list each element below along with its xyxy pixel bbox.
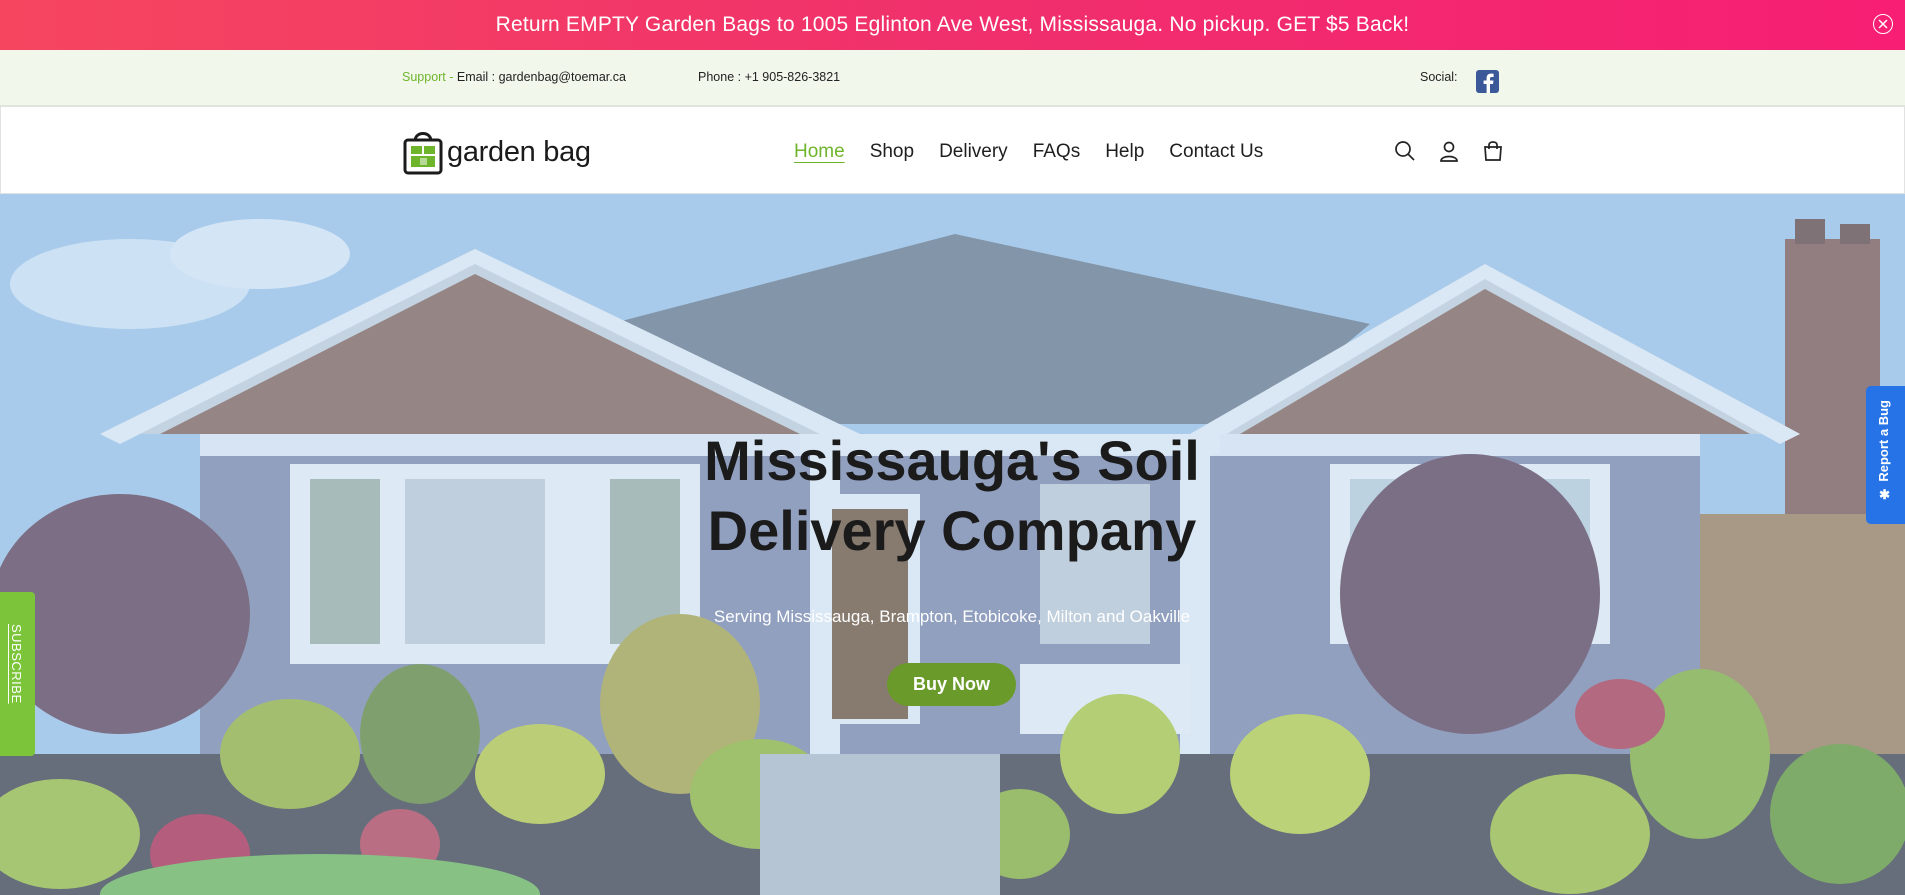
- subscribe-label: SUBSCRIBE: [9, 624, 24, 704]
- hero-title-line2: Delivery Company: [707, 499, 1197, 562]
- site-header: garden bag Home Shop Delivery FAQs Help …: [0, 106, 1905, 194]
- bug-icon: ✱: [1876, 481, 1891, 501]
- report-bug-tab[interactable]: ✱ Report a Bug: [1866, 386, 1905, 524]
- announcement-bar: Return EMPTY Garden Bags to 1005 Eglinto…: [0, 0, 1905, 50]
- logo-text: garden bag: [447, 135, 591, 168]
- nav-delivery[interactable]: Delivery: [939, 141, 1008, 163]
- support-email[interactable]: Email : gardenbag@toemar.ca: [457, 70, 626, 84]
- nav-shop[interactable]: Shop: [870, 141, 914, 163]
- announcement-text: Return EMPTY Garden Bags to 1005 Eglinto…: [495, 13, 1410, 36]
- nav-faqs[interactable]: FAQs: [1033, 141, 1081, 163]
- subscribe-tab[interactable]: SUBSCRIBE: [0, 592, 35, 756]
- top-info-bar: Support - Email : gardenbag@toemar.ca Ph…: [0, 50, 1905, 106]
- nav-home[interactable]: Home: [794, 141, 845, 163]
- main-nav: Home Shop Delivery FAQs Help Contact Us: [794, 141, 1288, 163]
- header-actions: [1392, 138, 1524, 164]
- cart-icon[interactable]: [1480, 138, 1506, 164]
- hero-title-line1: Mississauga's Soil: [704, 429, 1200, 492]
- support-phone[interactable]: Phone : +1 905-826-3821: [698, 70, 840, 84]
- garden-bag-logo-icon: [403, 132, 443, 175]
- search-icon[interactable]: [1392, 138, 1418, 164]
- hero-banner: Mississauga's Soil Delivery Company Serv…: [0, 194, 1905, 895]
- nav-contact-us[interactable]: Contact Us: [1169, 141, 1263, 163]
- logo[interactable]: garden bag: [403, 129, 591, 175]
- support-label: Support -: [402, 70, 457, 84]
- account-icon[interactable]: [1436, 138, 1462, 164]
- nav-help[interactable]: Help: [1105, 141, 1144, 163]
- report-bug-text: Report a Bug: [1876, 400, 1891, 482]
- facebook-icon[interactable]: [1476, 70, 1499, 93]
- hero-subtitle: Serving Mississauga, Brampton, Etobicoke…: [713, 607, 1191, 626]
- buy-now-button[interactable]: Buy Now: [887, 663, 1016, 706]
- close-icon[interactable]: [1873, 14, 1893, 34]
- social-label: Social:: [1420, 70, 1458, 84]
- hero-title: Mississauga's Soil Delivery Company: [652, 426, 1252, 566]
- support-contact: Support - Email : gardenbag@toemar.ca: [402, 70, 626, 84]
- report-bug-label: ✱ Report a Bug: [1876, 400, 1891, 500]
